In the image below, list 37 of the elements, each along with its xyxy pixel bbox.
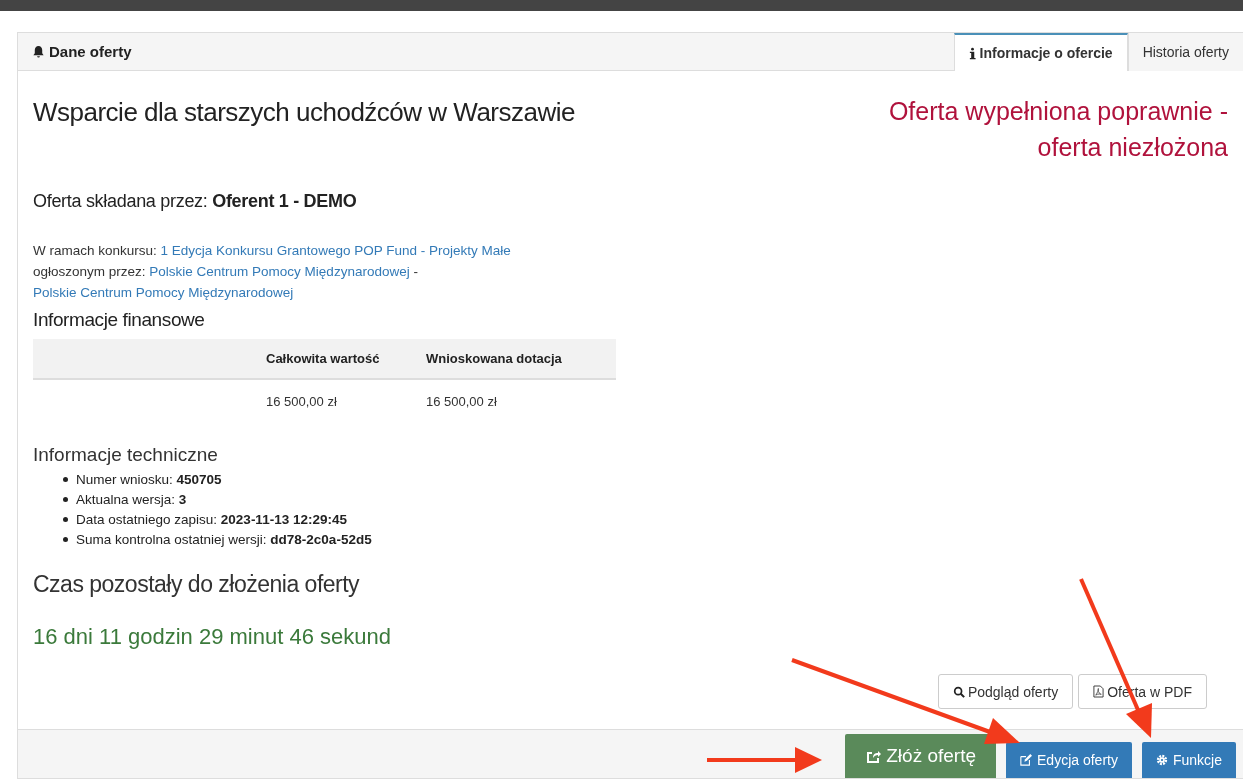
panel-title: Dane oferty (49, 43, 132, 60)
action-button[interactable]: Funkcje (1141, 742, 1236, 778)
action-button[interactable]: Złóż ofertę (845, 734, 997, 778)
organizer-link[interactable]: Polskie Centrum Pomocy Międzynarodowej (33, 285, 294, 300)
bullet-icon (63, 536, 68, 542)
bullet-icon (63, 516, 68, 522)
contest-link[interactable]: 1 Edycja Konkursu Grantowego POP Fund - Projekty Małe (160, 243, 511, 258)
bell-icon (32, 45, 45, 58)
organizer-link[interactable]: Polskie Centrum Pomocy Międzynarodowej (149, 264, 410, 279)
technical-item: Aktualna wersja: 3 (76, 491, 187, 507)
pdf-file-icon (1093, 685, 1105, 698)
action-button[interactable]: Edycja oferty (1006, 742, 1132, 778)
tab[interactable]: Historia oferty (1127, 33, 1243, 71)
column-header: Całkowita wartość (266, 351, 380, 366)
technical-item: Data ostatniego zapisu: 2023-11-13 12:29:45 (76, 511, 347, 527)
share-icon (865, 748, 882, 764)
info-icon (968, 46, 976, 60)
offer-status: Oferta wypełniona poprawnie - oferta niezłożona (887, 96, 1228, 163)
technical-item: Numer wniosku: 450705 (76, 471, 222, 487)
edit-icon (1020, 754, 1033, 766)
tab[interactable]: Informacje o ofercie (953, 33, 1128, 71)
table-cell: 16 500,00 zł (426, 393, 497, 409)
search-icon (952, 685, 965, 698)
gear-icon (1155, 754, 1168, 766)
bullet-icon (63, 476, 68, 482)
offer-title: Wsparcie dla starszych uchodźców w Warszawie (33, 97, 575, 129)
submitter-line: Oferta składana przez: Oferent 1 - DEMO (33, 191, 358, 212)
countdown-value: 16 dni 11 godzin 29 minut 46 sekund (33, 624, 392, 650)
countdown-heading: Czas pozostały do złożenia oferty (33, 571, 361, 598)
document-button[interactable]: Podgląd oferty (937, 674, 1074, 709)
table-cell: 16 500,00 zł (266, 393, 337, 409)
column-header: Wnioskowana dotacja (426, 351, 562, 366)
bullet-icon (63, 496, 68, 502)
finance-heading: Informacje finansowe (33, 309, 206, 331)
technical-heading: Informacje techniczne (33, 444, 219, 466)
contest-paragraph: W ramach konkursu: 1 Edycja Konkursu Grantowego POP Fund - Projekty Małe ogłoszonym przez: Polskie Centrum Pomocy Międzynarodowej - Polskie Centrum Pomocy Międzynarodowej (33, 242, 512, 302)
technical-item: Suma kontrolna ostatniej wersji: dd78-2c0a-52d5 (76, 531, 372, 547)
